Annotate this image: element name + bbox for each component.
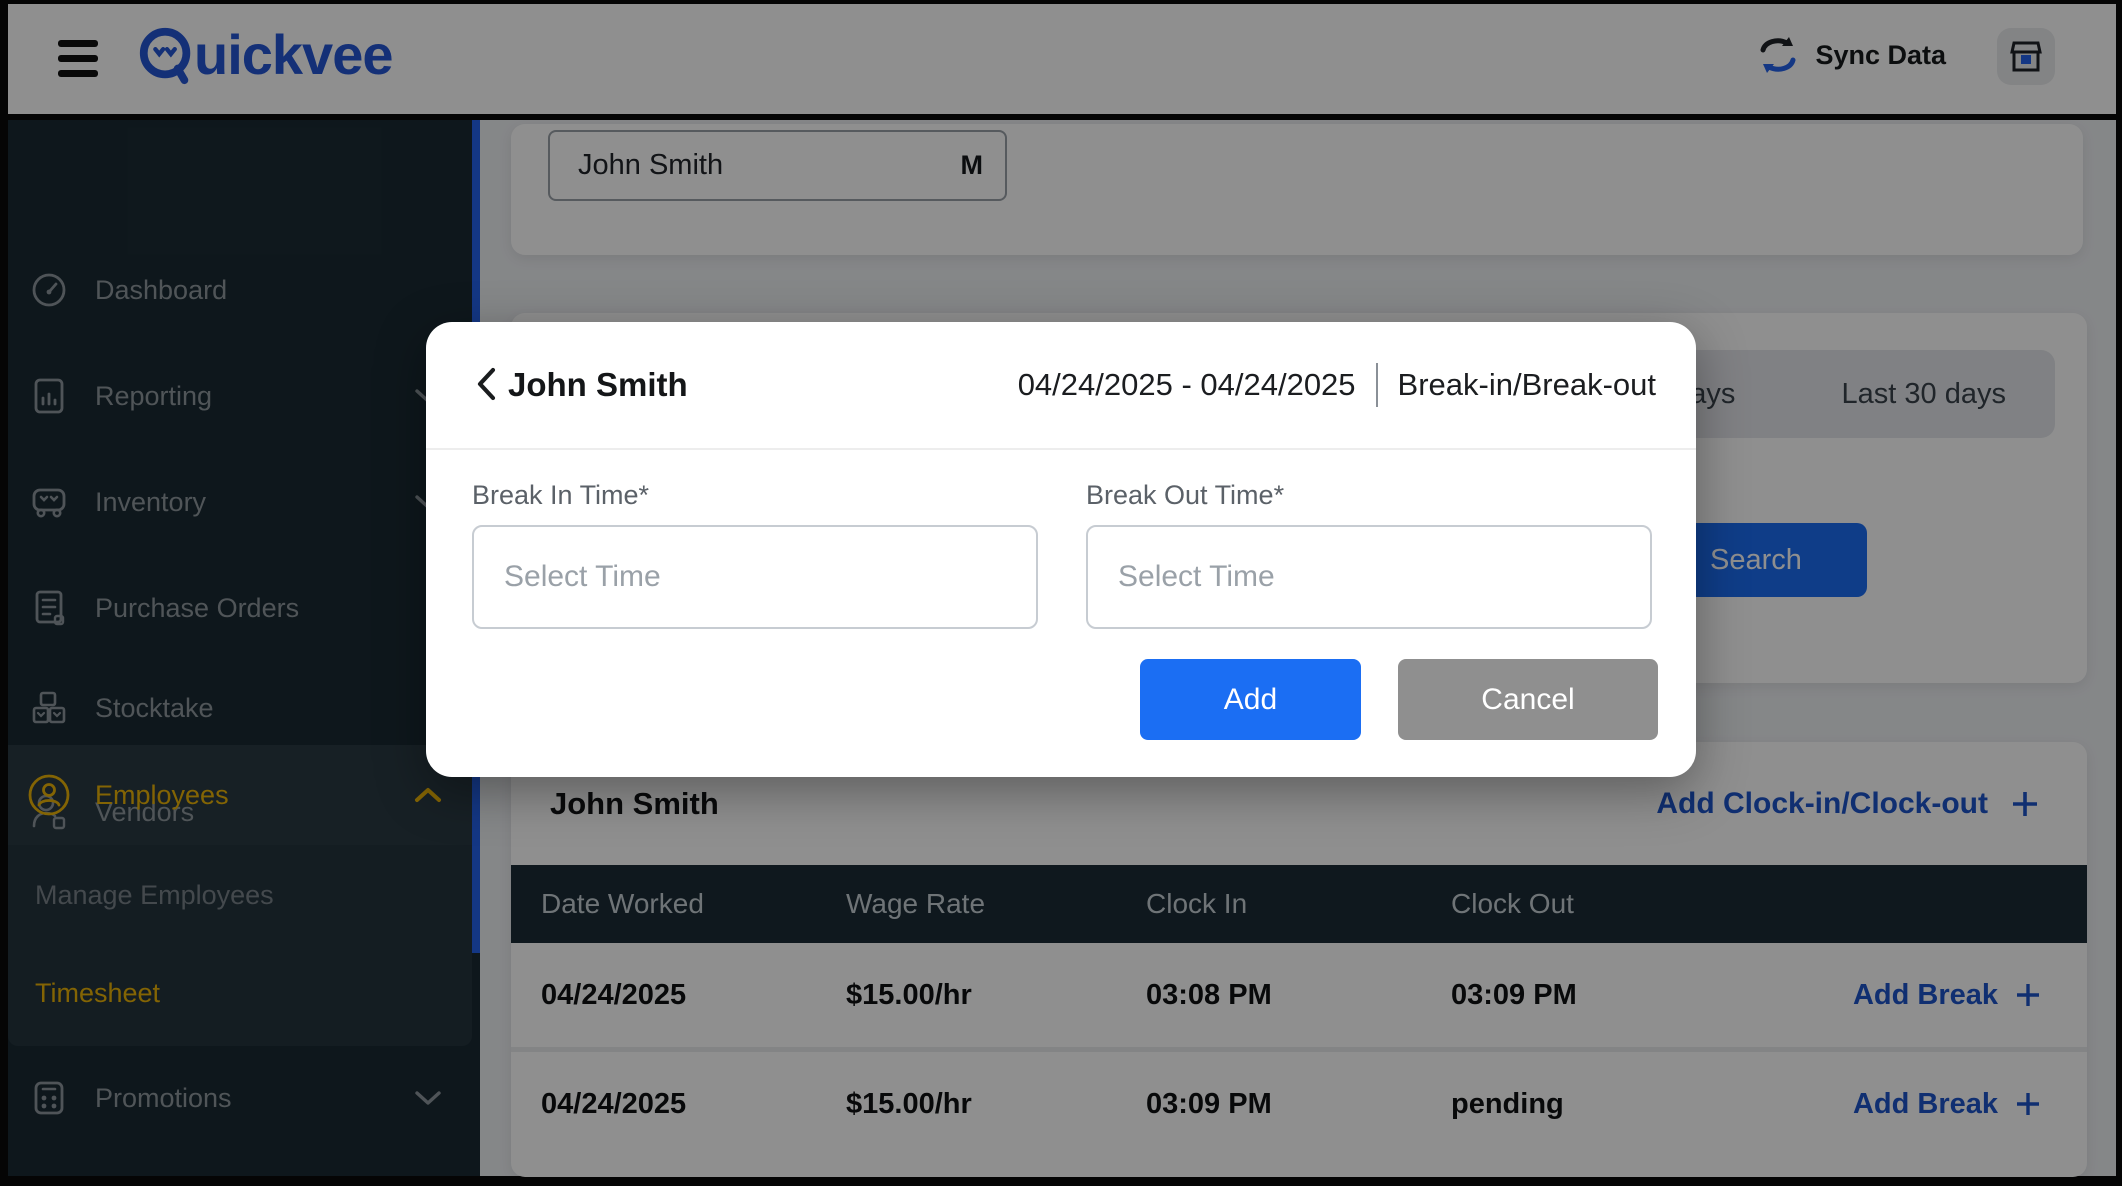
- break-out-time-input[interactable]: [1086, 525, 1652, 629]
- break-in-time-label: Break In Time*: [472, 480, 649, 511]
- add-button[interactable]: Add: [1140, 659, 1361, 740]
- break-in-out-modal: John Smith 04/24/2025 - 04/24/2025 Break…: [426, 322, 1696, 777]
- modal-date-range: 04/24/2025 - 04/24/2025: [1018, 367, 1356, 403]
- vertical-divider: [1376, 363, 1378, 407]
- break-in-time-input[interactable]: [472, 525, 1038, 629]
- cancel-button[interactable]: Cancel: [1398, 659, 1658, 740]
- app-window: uickvee Sync Data Dashb: [0, 0, 2122, 1186]
- modal-header-meta: 04/24/2025 - 04/24/2025 Break-in/Break-o…: [1018, 363, 1656, 407]
- modal-mode-label: Break-in/Break-out: [1398, 367, 1656, 403]
- modal-header: John Smith 04/24/2025 - 04/24/2025 Break…: [426, 322, 1696, 448]
- break-out-time-label: Break Out Time*: [1086, 480, 1284, 511]
- modal-title: John Smith: [508, 366, 688, 404]
- modal-header-divider: [426, 448, 1696, 450]
- back-chevron-icon[interactable]: [473, 366, 499, 402]
